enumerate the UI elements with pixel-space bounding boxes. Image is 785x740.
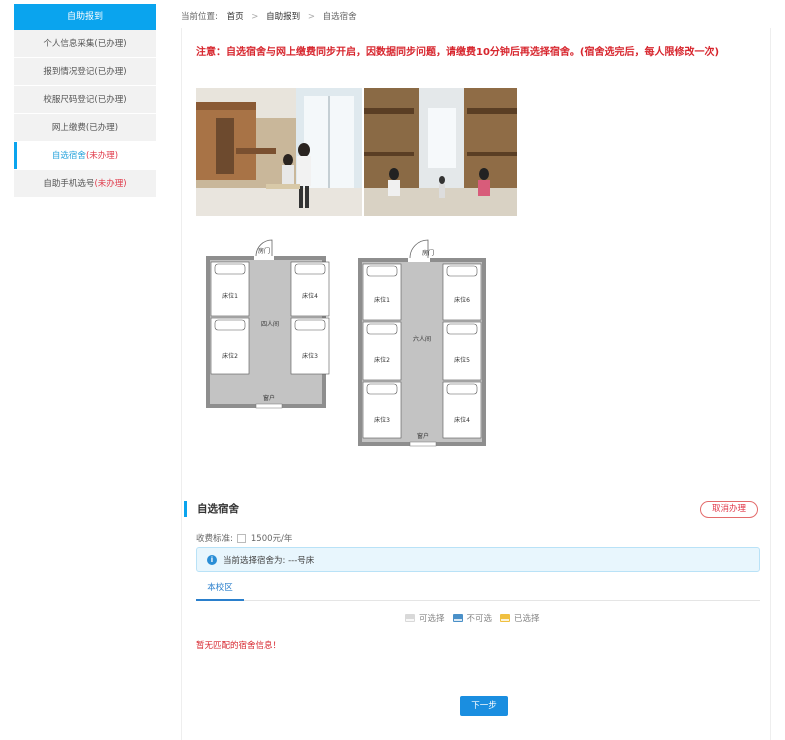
sidebar-item-label: 自助手机选号 [43, 179, 95, 189]
fee-standard: 收费标准: 1500元/年 [196, 532, 292, 544]
breadcrumb-separator: > [251, 12, 259, 22]
bed-label: 床位1 [374, 296, 390, 304]
selected-dorm-text: 当前选择宿舍为: ---号床 [223, 555, 315, 566]
legend-label: 已选择 [514, 614, 540, 624]
room-type-label: 四人间 [261, 320, 279, 328]
sidebar-item-status: (未办理) [85, 151, 119, 161]
bed-label: 床位4 [302, 292, 318, 300]
sidebar-item-arrival-registration[interactable]: 报到情况登记(已办理) [14, 58, 156, 86]
main-content: 注意：自选宿舍与网上缴费同步开启，因数据同步问题，请缴费10分钟后再选择宿舍。(… [181, 28, 771, 740]
sidebar-header-self-registration[interactable]: 自助报到 [14, 4, 156, 30]
cancel-button[interactable]: 取消办理 [700, 501, 758, 518]
sidebar: 自助报到 个人信息采集(已办理) 报到情况登记(已办理) 校服尺码登记(已办理)… [14, 4, 156, 198]
sidebar-item-dorm-selection[interactable]: 自选宿舍(未办理) [14, 142, 156, 170]
sidebar-item-phone-number[interactable]: 自助手机选号(未办理) [14, 170, 156, 198]
next-button[interactable]: 下一步 [460, 696, 508, 716]
legend-label: 不可选 [466, 614, 493, 624]
breadcrumb-separator: > [307, 12, 315, 22]
info-icon: i [207, 554, 217, 565]
window-label: 窗户 [263, 394, 275, 402]
floor-plan-four-person: 房门 床位1 床位4 床位2 床位3 四人间 窗户 [196, 234, 336, 412]
bed-label: 床位2 [374, 356, 390, 364]
bed-label: 床位1 [222, 292, 238, 300]
legend-label: 可选择 [419, 614, 445, 624]
bed-label: 床位4 [454, 416, 470, 424]
bed-label: 床位5 [454, 356, 470, 364]
legend-available: 可选择 [405, 612, 445, 624]
sidebar-item-uniform-size[interactable]: 校服尺码登记(已办理) [14, 86, 156, 114]
door-label: 房门 [422, 249, 434, 257]
selected-dorm-info: i 当前选择宿舍为: ---号床 [196, 547, 760, 572]
bed-available-icon [405, 614, 415, 622]
door-label: 房门 [258, 247, 270, 255]
bed-unavailable-icon [452, 614, 463, 622]
legend-unavailable: 不可选 [452, 612, 493, 624]
fee-checkbox[interactable] [236, 533, 246, 543]
sidebar-item-status: (未办理) [94, 179, 127, 189]
bed-legend: 可选择 不可选 已选择 [405, 612, 548, 624]
bed-selected-icon [500, 614, 511, 622]
room-type-label: 六人间 [413, 335, 431, 343]
breadcrumb-home[interactable]: 首页 [227, 12, 244, 22]
section-title: 自选宿舍 [184, 501, 239, 517]
legend-selected: 已选择 [500, 612, 540, 624]
bed-label: 床位3 [374, 416, 390, 424]
bed-label: 床位3 [302, 352, 318, 360]
sidebar-item-online-payment[interactable]: 网上缴费(已办理) [14, 114, 156, 142]
sidebar-item-personal-info[interactable]: 个人信息采集(已办理) [14, 30, 156, 58]
breadcrumb-prefix: 当前位置: [181, 12, 218, 22]
empty-message: 暂无匹配的宿舍信息！ [196, 641, 282, 651]
fee-label: 收费标准: [196, 534, 233, 544]
window-label: 窗户 [417, 432, 429, 440]
floor-plan-six-person: 房门 床位1 床位6 床位2 床位5 床位3 床位4 六人间 窗户 [348, 234, 492, 448]
breadcrumb: 当前位置: 首页 > 自助报到 > 自选宿舍 [181, 10, 357, 22]
campus-tabs: 本校区 [196, 579, 760, 601]
fee-value: 1500元/年 [250, 534, 293, 544]
breadcrumb-section[interactable]: 自助报到 [266, 12, 300, 22]
tab-this-campus[interactable]: 本校区 [196, 579, 244, 601]
bed-label: 床位6 [454, 296, 470, 304]
dorm-photo-four-person [196, 88, 362, 216]
sidebar-item-label: 自选宿舍 [51, 151, 86, 161]
breadcrumb-current: 自选宿舍 [322, 12, 357, 22]
dorm-photo-six-person [364, 88, 517, 216]
bed-label: 床位2 [222, 352, 238, 360]
notice-text: 注意：自选宿舍与网上缴费同步开启，因数据同步问题，请缴费10分钟后再选择宿舍。(… [196, 47, 720, 58]
